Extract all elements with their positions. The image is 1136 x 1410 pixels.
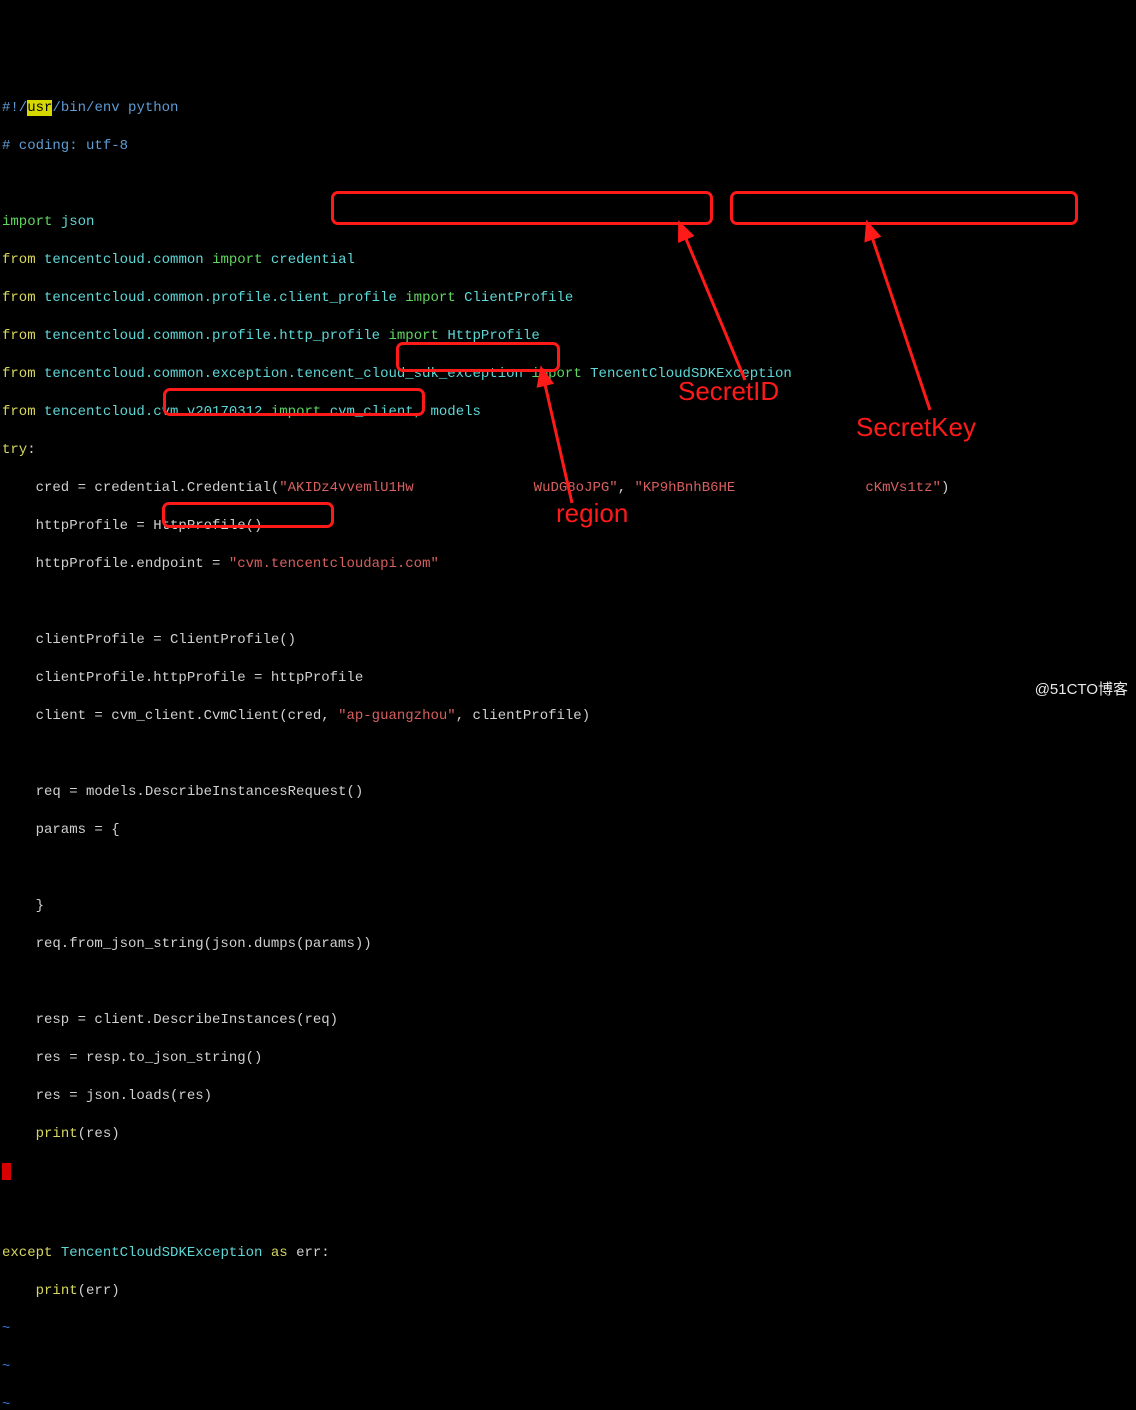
req-line: req = models.DescribeInstancesRequest() xyxy=(2,783,1134,802)
clientprofile-line: clientProfile = ClientProfile() xyxy=(2,631,1134,650)
vim-tilde: ~ xyxy=(2,1359,10,1375)
watermark: @51CTO博客 xyxy=(1035,680,1128,699)
coding-line: # coding: utf-8 xyxy=(2,137,1134,156)
except-line: except TencentCloudSDKException as err: xyxy=(2,1244,1134,1263)
import-json: import json xyxy=(2,213,1134,232)
httpprofile-line: httpProfile = HttpProfile() xyxy=(2,517,1134,536)
from-json-line: req.from_json_string(json.dumps(params)) xyxy=(2,935,1134,954)
endpoint-line: httpProfile.endpoint = "cvm.tencentcloud… xyxy=(2,555,1134,574)
highlighted-usr: usr xyxy=(27,100,52,116)
vim-tilde: ~ xyxy=(2,1321,10,1337)
client-line: client = cvm_client.CvmClient(cred, "ap-… xyxy=(2,707,1134,726)
code-editor[interactable]: #!/usr/bin/env python # coding: utf-8 im… xyxy=(0,76,1136,1410)
print-err-line: print(err) xyxy=(2,1282,1134,1301)
cursor-line xyxy=(2,1163,1134,1187)
import-clientprofile: from tencentcloud.common.profile.client_… xyxy=(2,289,1134,308)
resp-line: resp = client.DescribeInstances(req) xyxy=(2,1011,1134,1030)
vim-tilde: ~ xyxy=(2,1397,10,1410)
try-line: try: xyxy=(2,441,1134,460)
cursor-icon xyxy=(2,1163,11,1180)
print-res-line: print(res) xyxy=(2,1125,1134,1144)
params-open: params = { xyxy=(2,821,1134,840)
import-credential: from tencentcloud.common import credenti… xyxy=(2,251,1134,270)
shebang-line: #!/usr/bin/env python xyxy=(2,99,1134,118)
clientprofile-http-line: clientProfile.httpProfile = httpProfile xyxy=(2,669,1134,688)
params-close: } xyxy=(2,897,1134,916)
res1-line: res = resp.to_json_string() xyxy=(2,1049,1134,1068)
cred-line: cred = credential.Credential("AKIDz4vvem… xyxy=(2,479,1134,498)
res2-line: res = json.loads(res) xyxy=(2,1087,1134,1106)
import-exception: from tencentcloud.common.exception.tence… xyxy=(2,365,1134,384)
import-httpprofile: from tencentcloud.common.profile.http_pr… xyxy=(2,327,1134,346)
import-cvm: from tencentcloud.cvm.v20170312 import c… xyxy=(2,403,1134,422)
